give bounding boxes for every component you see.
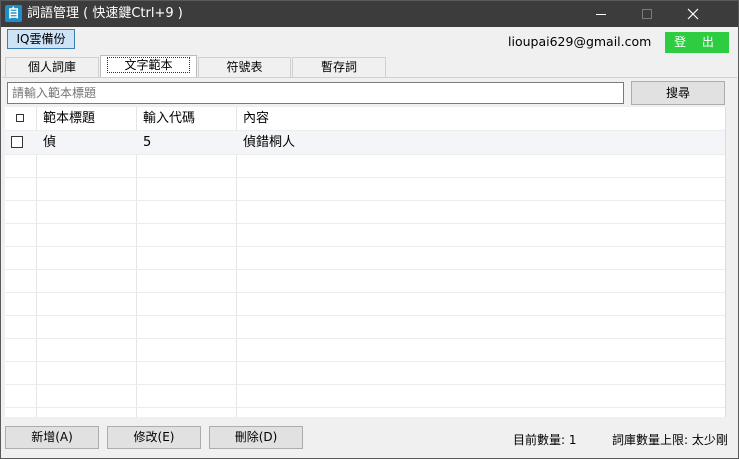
- close-icon: [687, 8, 699, 20]
- row-divider: [5, 361, 725, 362]
- close-button[interactable]: [670, 1, 716, 27]
- tab-temp-words[interactable]: 暫存詞: [292, 57, 386, 77]
- tab-personal-dictionary[interactable]: 個人詞庫: [5, 57, 99, 77]
- tab-text-templates-label: 文字範本: [107, 57, 190, 73]
- row-divider: [5, 315, 725, 316]
- maximize-button: [624, 1, 670, 27]
- table-row[interactable]: 偵 5 偵錯桐人: [5, 131, 725, 154]
- minimize-button[interactable]: [578, 1, 624, 27]
- logout-button[interactable]: 登 出: [665, 32, 729, 53]
- row-checkbox[interactable]: [11, 136, 23, 148]
- row-divider: [5, 200, 725, 201]
- row-title: 偵: [43, 135, 57, 150]
- cloud-backup-button[interactable]: IQ雲備份: [7, 29, 75, 49]
- tab-text-templates[interactable]: 文字範本: [100, 55, 197, 77]
- app-icon: 自: [5, 5, 22, 22]
- tab-symbols[interactable]: 符號表: [198, 57, 291, 77]
- row-divider: [5, 292, 725, 293]
- row-divider: [5, 338, 725, 339]
- row-divider: [5, 246, 725, 247]
- row-divider: [5, 384, 725, 385]
- window-title: 詞語管理 ( 快速鍵Ctrl+9 ): [27, 6, 183, 21]
- delete-button[interactable]: 刪除(D): [209, 426, 303, 449]
- account-email: lioupai629@gmail.com: [508, 34, 652, 49]
- current-count: 目前數量: 1: [513, 433, 577, 447]
- select-all-header[interactable]: [9, 107, 33, 130]
- row-content: 偵錯桐人: [243, 135, 296, 150]
- column-header-content[interactable]: 內容: [243, 107, 269, 130]
- title-bar: 自 詞語管理 ( 快速鍵Ctrl+9 ): [1, 1, 738, 27]
- row-code: 5: [143, 135, 152, 150]
- row-divider: [5, 269, 725, 270]
- search-button[interactable]: 搜尋: [631, 81, 725, 105]
- tab-divider: [2, 77, 737, 78]
- dictionary-limit: 詞庫數量上限: 太少剛: [612, 433, 728, 447]
- table-scroll-gutter: [726, 107, 736, 417]
- maximize-icon: [642, 9, 652, 19]
- column-header-title[interactable]: 範本標題: [43, 107, 95, 130]
- main-window: 自 詞語管理 ( 快速鍵Ctrl+9 ) IQ雲備份 lioupai629@gm…: [0, 0, 739, 459]
- row-divider: [5, 223, 725, 224]
- row-divider: [5, 407, 725, 408]
- minimize-icon: [596, 14, 606, 15]
- template-table: 範本標題 輸入代碼 內容 偵 5 偵錯桐人: [5, 107, 725, 417]
- row-divider: [5, 177, 725, 178]
- column-header-code[interactable]: 輸入代碼: [143, 107, 195, 130]
- add-button[interactable]: 新增(A): [5, 426, 99, 449]
- edit-button[interactable]: 修改(E): [107, 426, 201, 449]
- search-input[interactable]: [7, 82, 624, 104]
- select-all-checkbox[interactable]: [16, 114, 24, 122]
- row-divider: [5, 154, 725, 155]
